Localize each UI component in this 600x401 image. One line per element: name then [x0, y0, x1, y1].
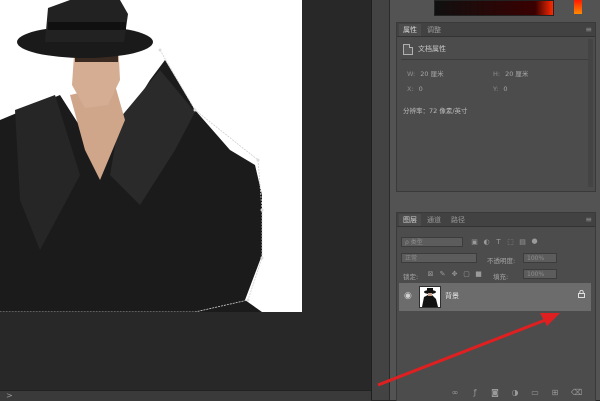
x-field[interactable]: X: 0: [407, 85, 423, 93]
filter-adjustment-icon[interactable]: ◐: [483, 239, 490, 246]
lock-all-icon[interactable]: ■: [475, 271, 482, 278]
width-value: 20 厘米: [420, 70, 444, 78]
layer-row-background[interactable]: ◉ 背景: [399, 283, 591, 311]
layers-bottom-toolbar: ∞ ƒ ◙ ◑ ▭ ⊞ ⌫: [397, 385, 595, 401]
y-label: Y:: [493, 85, 499, 93]
color-picker-strip: [398, 0, 598, 16]
document-properties-header: 文档属性: [403, 43, 446, 55]
status-bar: >: [0, 390, 371, 401]
tab-layers[interactable]: 图层: [399, 214, 421, 226]
filter-shape-icon[interactable]: ⬚: [507, 239, 514, 246]
document-canvas[interactable]: [0, 0, 302, 312]
properties-scrollbar[interactable]: [588, 39, 593, 187]
document-properties-label: 文档属性: [418, 45, 446, 53]
layers-panel: 图层 通道 路径 ≡ ρ 类型 ▣ ◐ T ⬚ ▤ ● 正常 不透明度: 100…: [396, 212, 596, 401]
lock-pixels-icon[interactable]: ✎: [439, 271, 446, 278]
y-value: 0: [503, 85, 508, 93]
x-label: X:: [407, 85, 414, 93]
link-icon[interactable]: ∞: [451, 389, 459, 397]
width-label: W:: [407, 70, 416, 78]
color-field[interactable]: [434, 0, 554, 16]
lock-position-icon[interactable]: ✥: [451, 271, 458, 278]
hue-slider[interactable]: [574, 0, 582, 14]
mask-icon[interactable]: ◙: [491, 389, 499, 397]
resolution-readout: 分辨率：72 像素/英寸: [403, 107, 468, 115]
panel-menu-icon[interactable]: ≡: [585, 24, 592, 35]
opacity-label: 不透明度:: [487, 257, 516, 265]
width-field[interactable]: W: 20 厘米: [407, 68, 444, 78]
layer-lock-icon[interactable]: [578, 290, 585, 298]
filter-smart-object-icon[interactable]: ▤: [519, 239, 526, 246]
opacity-input[interactable]: 100%: [523, 253, 557, 263]
new-layer-icon[interactable]: ⊞: [551, 389, 559, 397]
dock-collapsed-strip: [371, 0, 390, 400]
trash-icon[interactable]: ⌫: [571, 389, 582, 397]
properties-panel: 属性 调整 ≡ 文档属性 W: 20 厘米 H: 20 厘米 X: 0 Y: 0 分辨率…: [396, 22, 596, 192]
adjustment-icon[interactable]: ◑: [511, 389, 519, 397]
x-value: 0: [418, 85, 423, 93]
group-icon[interactable]: ▭: [531, 389, 539, 397]
filter-pixel-icon[interactable]: ▣: [471, 239, 478, 246]
fill-input[interactable]: 100%: [523, 269, 557, 279]
layers-tabbar: 图层 通道 路径 ≡: [397, 213, 595, 227]
tab-adjustments[interactable]: 调整: [423, 24, 445, 36]
properties-divider: [401, 59, 591, 60]
height-value: 20 厘米: [505, 70, 529, 78]
lock-artboard-icon[interactable]: ▢: [463, 271, 470, 278]
filter-type-icon[interactable]: T: [495, 239, 502, 246]
layer-filter-select[interactable]: ρ 类型: [401, 237, 463, 247]
tab-paths[interactable]: 路径: [447, 214, 469, 226]
right-panel-dock: 属性 调整 ≡ 文档属性 W: 20 厘米 H: 20 厘米 X: 0 Y: 0 分辨率…: [389, 0, 600, 401]
fill-label: 填充:: [493, 273, 509, 281]
blend-mode-select[interactable]: 正常: [401, 253, 477, 263]
layers-panel-menu-icon[interactable]: ≡: [585, 214, 592, 225]
tab-channels[interactable]: 通道: [423, 214, 445, 226]
height-label: H:: [493, 70, 501, 78]
visibility-eye-icon[interactable]: ◉: [404, 291, 412, 301]
filter-toggle-icon[interactable]: ●: [531, 238, 538, 245]
lock-label: 锁定:: [403, 273, 419, 281]
document-icon: [403, 43, 413, 55]
height-field[interactable]: H: 20 厘米: [493, 68, 528, 78]
fx-icon[interactable]: ƒ: [471, 389, 479, 397]
tab-properties[interactable]: 属性: [399, 24, 421, 36]
properties-tabbar: 属性 调整 ≡: [397, 23, 595, 37]
canvas-area[interactable]: [0, 0, 371, 390]
layer-thumbnail: [419, 286, 441, 308]
y-field[interactable]: Y: 0: [493, 85, 507, 93]
layer-name[interactable]: 背景: [445, 291, 459, 301]
photo-man-in-black-coat: [0, 0, 264, 312]
lock-transparency-icon[interactable]: ⊠: [427, 271, 434, 278]
